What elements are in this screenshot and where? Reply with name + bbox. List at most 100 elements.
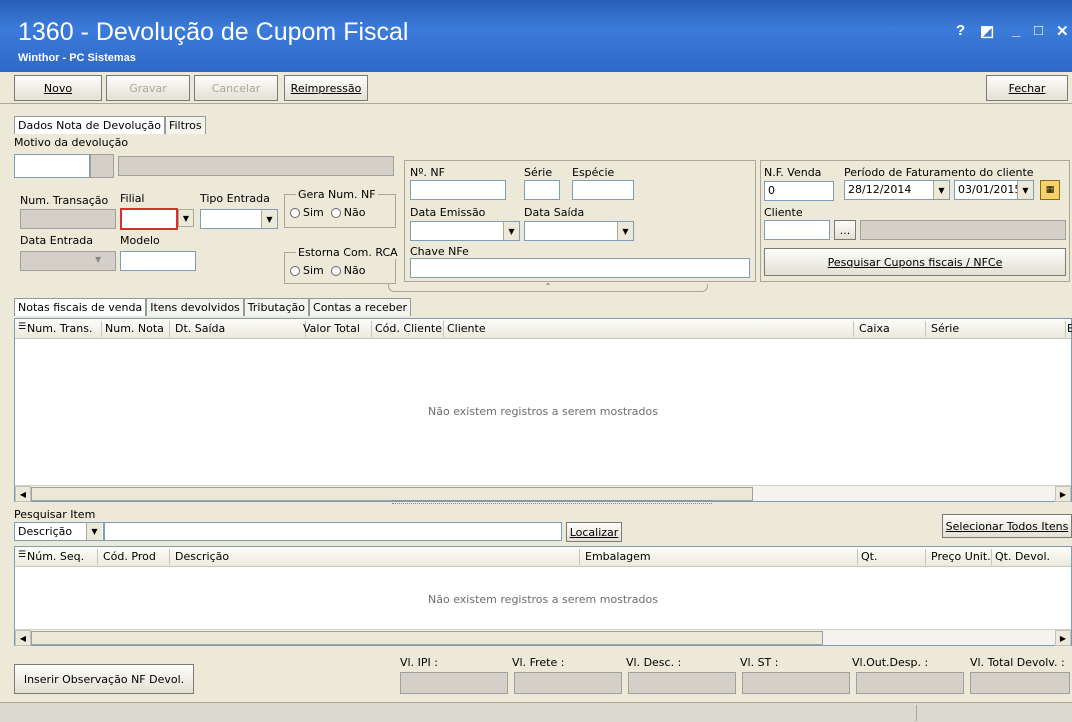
tipo-entrada-label: Tipo Entrada xyxy=(200,192,270,205)
maximize-icon[interactable]: □ xyxy=(1034,22,1043,39)
num-transacao-label: Num. Transação xyxy=(20,194,109,207)
sub-tabs: Notas fiscais de venda Itens devolvidos … xyxy=(14,298,412,316)
scroll-right-icon[interactable]: ▶ xyxy=(1055,486,1071,502)
num-transacao-field xyxy=(20,209,116,229)
vl-desc-label: Vl. Desc. : xyxy=(626,656,682,669)
scroll2-left-icon[interactable]: ◀ xyxy=(15,630,31,646)
window-title: 1360 - Devolução de Cupom Fiscal xyxy=(18,18,409,46)
close-icon[interactable]: ✕ xyxy=(1056,22,1069,40)
nf-venda-label: N.F. Venda xyxy=(764,166,822,179)
scroll-left-icon[interactable]: ◀ xyxy=(15,486,31,502)
grid-splitter[interactable] xyxy=(392,500,712,504)
novo-button[interactable]: Novo xyxy=(14,75,102,101)
especie-label: Espécie xyxy=(572,166,615,179)
tab-filtros[interactable]: Filtros xyxy=(164,116,206,134)
col-qt[interactable]: Qt. xyxy=(861,550,877,563)
periodo-label: Período de Faturamento do cliente xyxy=(844,166,1034,179)
data-saida-chevron-icon[interactable]: ▼ xyxy=(617,222,633,240)
col-embalagem[interactable]: Embalagem xyxy=(585,550,651,563)
tipo-entrada-chevron-icon[interactable]: ▼ xyxy=(261,210,277,228)
minimize-icon[interactable]: _ xyxy=(1012,22,1020,39)
status-bar xyxy=(0,702,1072,722)
filial-dropdown-icon[interactable]: ▼ xyxy=(178,209,194,227)
motivo-desc-field xyxy=(118,156,394,176)
periodo-fim-chevron-icon[interactable]: ▼ xyxy=(1017,181,1033,199)
chave-nfe-input[interactable] xyxy=(410,258,750,278)
col-preco-unit[interactable]: Preço Unit. xyxy=(931,550,991,563)
help-icon[interactable]: ? xyxy=(956,22,965,39)
notas-hscrollbar[interactable]: ◀ ▶ xyxy=(15,485,1071,502)
vl-frete-label: Vl. Frete : xyxy=(512,656,565,669)
estorna-label: Estorna Com. RCA xyxy=(296,246,400,259)
vl-out-desp-label: Vl.Out.Desp. : xyxy=(852,656,929,669)
col-dt-saida[interactable]: Dt. Saída xyxy=(175,322,225,335)
grid-menu-icon[interactable]: ☰ xyxy=(18,322,26,332)
filial-input[interactable] xyxy=(120,208,178,230)
localizar-button[interactable]: Localizar xyxy=(566,522,622,542)
cliente-lookup-button[interactable]: ... xyxy=(834,220,856,240)
notas-empty-message: Não existem registros a serem mostrados xyxy=(428,405,658,418)
nf-label: Nº. NF xyxy=(410,166,445,179)
modelo-label: Modelo xyxy=(120,234,160,247)
nf-venda-input[interactable]: 0 xyxy=(764,181,834,201)
col-num-nota[interactable]: Num. Nota xyxy=(105,322,164,335)
cancelar-button[interactable]: Cancelar xyxy=(194,75,278,101)
col-qt-devol[interactable]: Qt. Devol. xyxy=(995,550,1050,563)
scroll-thumb[interactable] xyxy=(31,487,753,501)
search-input[interactable] xyxy=(104,522,562,541)
pesquisar-cupons-button[interactable]: Pesquisar Cupons fiscais / NFCe xyxy=(764,248,1066,276)
cliente-code-input[interactable] xyxy=(764,220,830,240)
tab-tributacao[interactable]: Tributação xyxy=(243,298,310,316)
especie-input[interactable] xyxy=(572,180,634,200)
title-bar: 1360 - Devolução de Cupom Fiscal Winthor… xyxy=(0,0,1072,72)
splitter-collapse-icon[interactable]: ⌃ xyxy=(388,283,708,292)
itens-empty-message: Não existem registros a serem mostrados xyxy=(428,593,658,606)
vl-st-label: Vl. ST : xyxy=(740,656,779,669)
scroll2-right-icon[interactable]: ▶ xyxy=(1055,630,1071,646)
gravar-button[interactable]: Gravar xyxy=(106,75,190,101)
motivo-code-input[interactable] xyxy=(14,154,90,178)
tab-contas-receber[interactable]: Contas a receber xyxy=(309,298,412,316)
serie-input[interactable] xyxy=(524,180,560,200)
data-emissao-label: Data Emissão xyxy=(410,206,486,219)
estorna-radios[interactable]: Sim Não xyxy=(290,264,365,277)
data-saida-label: Data Saída xyxy=(524,206,585,219)
selecionar-todos-button[interactable]: Selecionar Todos Itens xyxy=(942,514,1072,538)
grid2-menu-icon[interactable]: ☰ xyxy=(18,550,26,560)
search-mode-chevron-icon[interactable]: ▼ xyxy=(86,523,102,540)
col-caixa[interactable]: Caixa xyxy=(859,322,890,335)
tab-itens-devolvidos[interactable]: Itens devolvidos xyxy=(146,298,244,316)
col-descricao[interactable]: Descrição xyxy=(175,550,229,563)
cliente-label: Cliente xyxy=(764,206,803,219)
vl-out-desp-field xyxy=(856,672,964,694)
notas-grid[interactable]: ☰ Num. Trans. Num. Nota Dt. Saída Valor … xyxy=(14,318,1072,502)
tab-notas-fiscais[interactable]: Notas fiscais de venda xyxy=(14,298,147,316)
periodo-inicio-chevron-icon[interactable]: ▼ xyxy=(933,181,949,199)
gera-num-nf-radios[interactable]: Sim Não xyxy=(290,206,365,219)
top-tabs: Dados Nota de Devolução Filtros xyxy=(14,116,206,134)
restore-icon[interactable]: ◩ xyxy=(980,22,994,40)
inserir-observacao-button[interactable]: Inserir Observação NF Devol. xyxy=(14,664,194,694)
itens-grid[interactable]: ☰ Núm. Seq. Cód. Prod Descrição Embalage… xyxy=(14,546,1072,646)
col-cliente[interactable]: Cliente xyxy=(447,322,486,335)
nf-input[interactable] xyxy=(410,180,506,200)
vl-desc-field xyxy=(628,672,736,694)
col-num-trans[interactable]: Num. Trans. xyxy=(27,322,92,335)
scroll2-thumb[interactable] xyxy=(31,631,823,645)
fechar-button[interactable]: Fechar xyxy=(986,75,1068,101)
col-serie[interactable]: Série xyxy=(931,322,959,335)
col-num-seq[interactable]: Núm. Seq. xyxy=(27,550,84,563)
tab-dados-nota[interactable]: Dados Nota de Devolução xyxy=(14,116,165,134)
data-entrada-chevron-icon: ▼ xyxy=(95,255,102,264)
modelo-input[interactable] xyxy=(120,251,196,271)
data-emissao-chevron-icon[interactable]: ▼ xyxy=(503,222,519,240)
vl-total-devolv-label: Vl. Total Devolv. : xyxy=(970,656,1065,669)
col-valor-total[interactable]: Valor Total xyxy=(303,322,360,335)
col-cod-cliente[interactable]: Cód. Cliente xyxy=(375,322,442,335)
col-e[interactable]: E xyxy=(1067,322,1072,335)
col-cod-prod[interactable]: Cód. Prod xyxy=(103,550,156,563)
motivo-lookup-button[interactable] xyxy=(90,154,114,178)
itens-hscrollbar[interactable]: ◀ ▶ xyxy=(15,629,1071,646)
reimpressao-button[interactable]: Reimpressão xyxy=(284,75,368,101)
calendar-icon[interactable]: ▦ xyxy=(1040,180,1060,200)
